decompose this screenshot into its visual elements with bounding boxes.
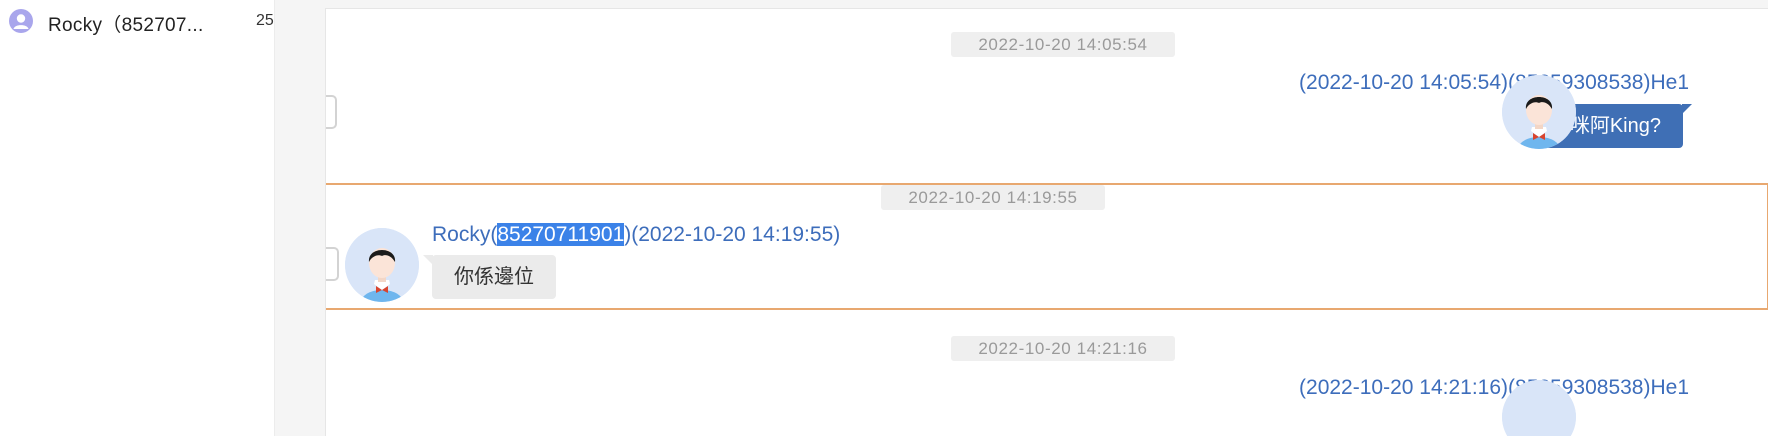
message-timestamp: 2022-10-20 14:21:16	[951, 336, 1175, 361]
sender-label[interactable]: (2022-10-20 14:21:16)(85259308538)He1	[1299, 376, 1689, 400]
message-item-selected[interactable]: 2022-10-20 14:19:55 Rocky(85270711901)(2…	[326, 183, 1768, 310]
person-avatar-icon	[1502, 75, 1576, 149]
sender-id-highlighted[interactable]: 85270711901	[497, 223, 625, 246]
message-select-checkbox[interactable]	[326, 247, 339, 281]
sender-time: )(2022-10-20 14:19:55)	[624, 223, 841, 246]
sender-label[interactable]: (2022-10-20 14:05:54)(85259308538)He1	[1299, 71, 1689, 95]
message-timestamp: 2022-10-20 14:19:55	[881, 185, 1105, 210]
message-timestamp: 2022-10-20 14:05:54	[951, 32, 1175, 57]
person-avatar-icon	[345, 228, 419, 302]
message-count: 25	[256, 12, 274, 29]
message-item: 2022-10-20 14:05:54 (2022-10-20 14:05:54…	[326, 9, 1768, 184]
conversation-sidebar: Rocky（852707... 25	[0, 0, 275, 436]
sender-label[interactable]: Rocky(85270711901)(2022-10-20 14:19:55)	[432, 223, 840, 247]
contact-item-rocky[interactable]: Rocky（852707... 25	[0, 0, 275, 42]
user-icon	[9, 9, 33, 33]
message-bubble[interactable]: 你係邊位	[423, 255, 556, 299]
message-select-checkbox[interactable]	[326, 95, 337, 129]
sender-name: Rocky(	[432, 223, 498, 246]
contact-name: Rocky（852707...	[48, 15, 204, 36]
message-item: 2022-10-20 14:21:16 (2022-10-20 14:21:16…	[326, 310, 1768, 436]
chat-pane: 2022-10-20 14:05:54 (2022-10-20 14:05:54…	[325, 8, 1768, 436]
